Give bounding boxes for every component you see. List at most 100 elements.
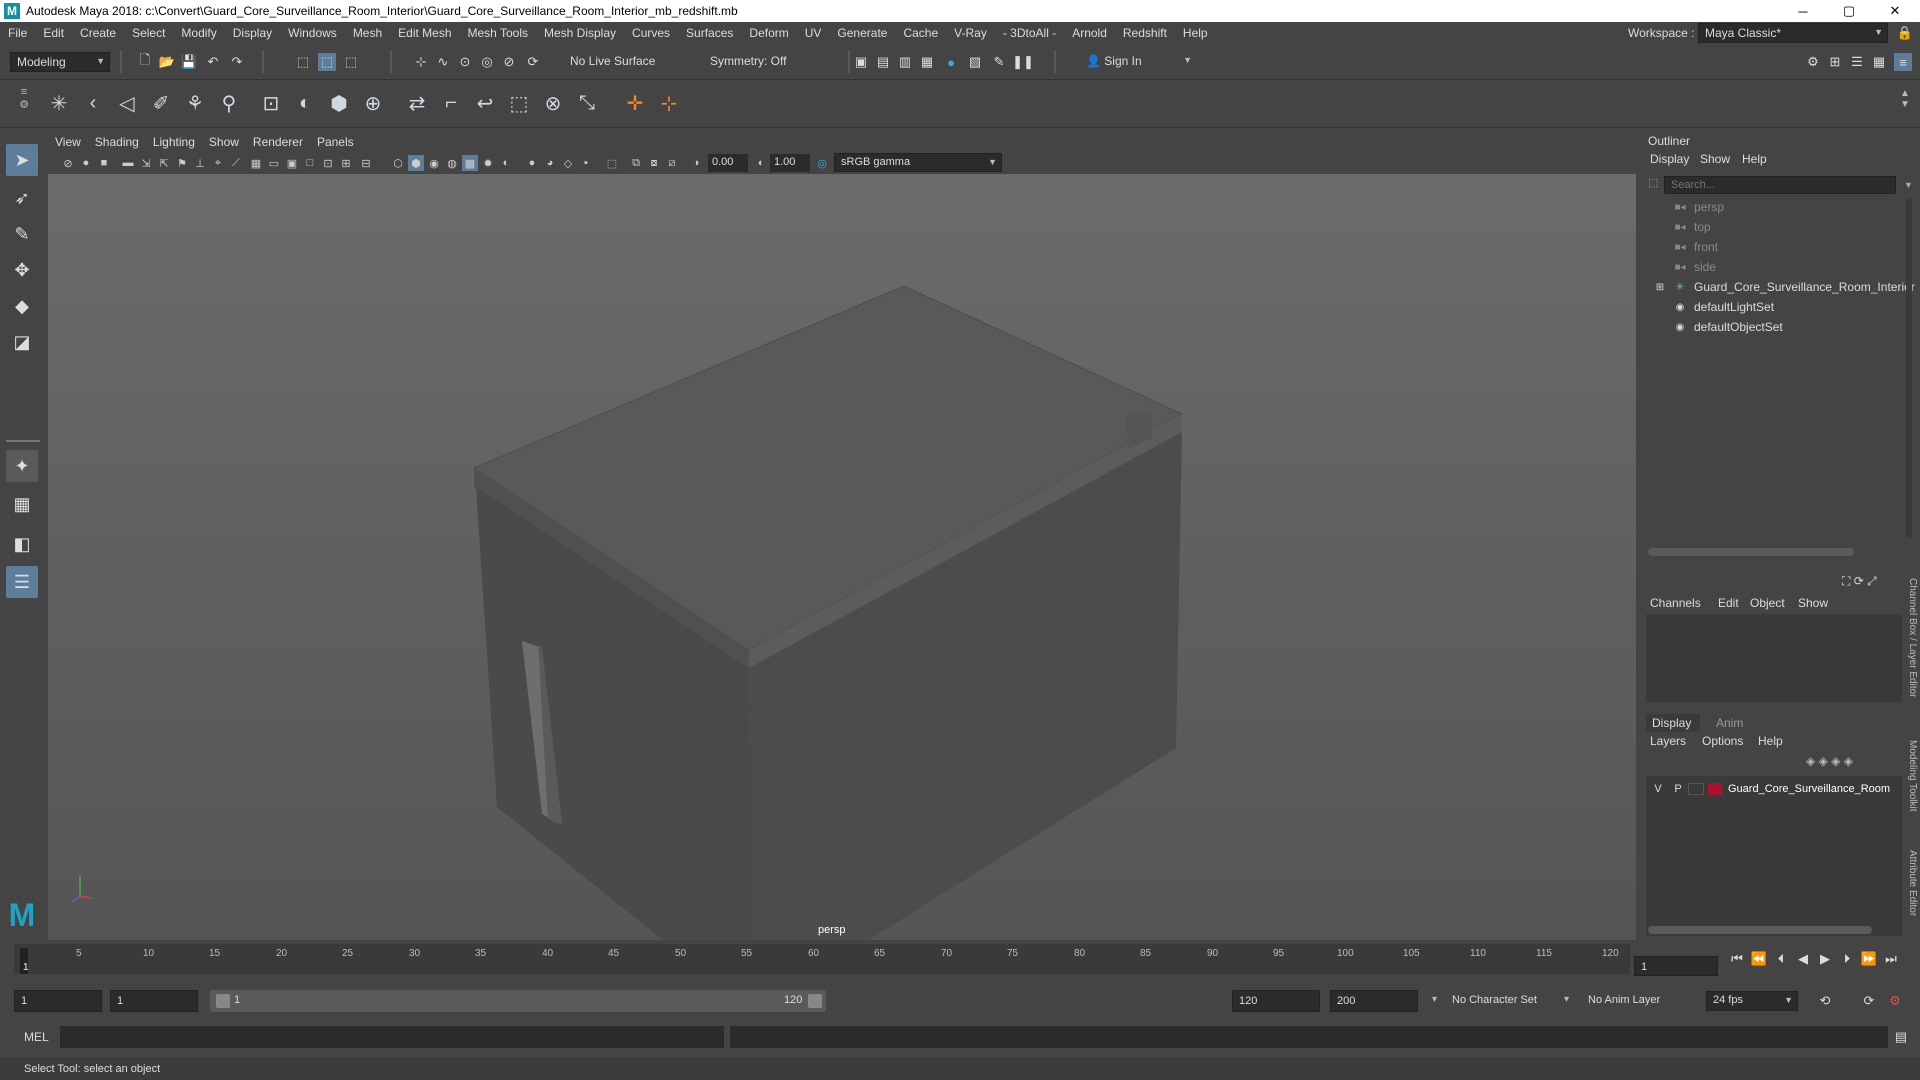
layer-h-scrollbar[interactable] (1648, 926, 1872, 934)
outliner-item-front[interactable]: ■◂ front (1672, 238, 1718, 256)
menu-deform[interactable]: Deform (741, 26, 796, 40)
motion-blur-icon[interactable]: ◕ (542, 155, 558, 171)
range-slider[interactable]: 1 120 (210, 990, 826, 1012)
mel-label[interactable]: MEL (24, 1030, 49, 1044)
outliner-item-defaultlightset[interactable]: ◉ defaultLightSet (1672, 298, 1774, 316)
layer-editor-icon[interactable]: ≡ (1894, 53, 1912, 71)
menu-arnold[interactable]: Arnold (1064, 26, 1115, 40)
vp-menu-panels[interactable]: Panels (310, 135, 361, 149)
menu-mesh[interactable]: Mesh (345, 26, 390, 40)
xray-icon[interactable]: ▩ (462, 155, 478, 171)
channels-menu-object[interactable]: Object (1750, 596, 1785, 610)
select-by-component-icon[interactable]: ⬚ (342, 53, 360, 71)
menu-mesh-tools[interactable]: Mesh Tools (460, 26, 536, 40)
fps-dropdown[interactable]: 24 fps ▼ (1706, 991, 1798, 1011)
current-frame-field[interactable]: 1 (1634, 956, 1718, 976)
menu-mesh-display[interactable]: Mesh Display (536, 26, 624, 40)
render-view-icon[interactable]: ▣ (852, 53, 870, 71)
menu-file[interactable]: File (0, 26, 35, 40)
snap-grid-icon[interactable]: ⊹ (412, 53, 430, 71)
menu-help[interactable]: Help (1175, 26, 1216, 40)
grease-pencil-icon[interactable]: ⇱ (156, 155, 172, 171)
layer-color-swatch[interactable] (1708, 783, 1722, 795)
maximize-button[interactable]: ▢ (1826, 0, 1872, 22)
shelf-tool-icon-12[interactable]: ⌐ (436, 88, 466, 118)
menu-display[interactable]: Display (225, 26, 280, 40)
vp-menu-view[interactable]: View (48, 135, 88, 149)
vp-menu-lighting[interactable]: Lighting (146, 135, 202, 149)
shelf-tool-icon-14[interactable]: ⬚ (504, 88, 534, 118)
shelf-tool-icon-1[interactable]: ✳ (44, 88, 74, 118)
open-scene-icon[interactable]: 📂 (158, 53, 176, 71)
pause-ipr-icon[interactable]: ❚❚ (1012, 53, 1034, 71)
anti-aliasing-icon[interactable]: ◇ (560, 155, 576, 171)
shelf-tool-icon-7[interactable]: ⊡ (256, 88, 286, 118)
snap-curve-icon[interactable]: ∿ (434, 53, 452, 71)
filter-icon[interactable]: ⬚ (1648, 176, 1662, 192)
layer-visibility-toggle[interactable]: V (1648, 783, 1668, 795)
side-tab-channel-box[interactable]: Channel Box / Layer Editor (1904, 578, 1918, 718)
vp-menu-shading[interactable]: Shading (88, 135, 146, 149)
camera-attributes-icon[interactable]: ● (78, 155, 94, 171)
outliner-item-guard-core[interactable]: ⊞ ✳ Guard_Core_Surveillance_Room_Interior (1654, 278, 1915, 296)
film-gate-icon[interactable]: ⌖ (210, 155, 226, 171)
safe-title-icon[interactable]: ⊡ (320, 155, 336, 171)
smooth-shade-icon[interactable]: ⊟ (358, 155, 374, 171)
isolate-select-icon[interactable]: ⬚ (604, 155, 620, 171)
shelf-tool-icon-18[interactable]: ⊹ (654, 88, 684, 118)
shelf-options-icon[interactable]: ≡ ⚙ (16, 86, 32, 122)
menu-generate[interactable]: Generate (829, 26, 895, 40)
outliner-menu-display[interactable]: Display (1650, 152, 1689, 166)
outliner-item-top[interactable]: ■◂ top (1672, 218, 1710, 236)
script-editor-icon[interactable]: ▤ (1892, 1028, 1910, 1046)
use-all-lights-icon[interactable]: ✹ (480, 155, 496, 171)
vp-menu-show[interactable]: Show (202, 135, 246, 149)
menu-redshift[interactable]: Redshift (1115, 26, 1175, 40)
safe-action-icon[interactable]: □ (302, 155, 318, 171)
resolution-gate-icon[interactable]: ⟋ (228, 155, 244, 171)
bookmark-icon[interactable]: ■ (96, 155, 112, 171)
menu-modify[interactable]: Modify (173, 26, 224, 40)
menu-3dtoall[interactable]: - 3DtoAll - (995, 26, 1064, 40)
last-tool-icon[interactable]: ✦ (6, 450, 38, 482)
layer-row[interactable]: V P Guard_Core_Surveillance_Room (1648, 780, 1902, 798)
menu-windows[interactable]: Windows (280, 26, 345, 40)
minimize-button[interactable]: ─ (1780, 0, 1826, 22)
snap-live-icon[interactable]: ⊘ (500, 53, 518, 71)
outliner-h-scrollbar[interactable] (1648, 548, 1854, 556)
field-chart-icon[interactable]: ▣ (284, 155, 300, 171)
exposure-field[interactable]: 0.00 (708, 154, 748, 172)
image-plane-icon[interactable]: ▬ (120, 155, 136, 171)
menu-surfaces[interactable]: Surfaces (678, 26, 741, 40)
close-button[interactable]: ✕ (1872, 0, 1918, 22)
channels-menu-show[interactable]: Show (1798, 596, 1828, 610)
modeling-toolkit-icon[interactable]: ⚙ (1804, 53, 1822, 71)
expand-icon[interactable]: ⊞ (1654, 280, 1666, 294)
search-dropdown-icon[interactable]: ▼ (1904, 180, 1913, 190)
step-back-key-icon[interactable]: ⏪ (1750, 950, 1768, 968)
character-set-dropdown-icon[interactable]: ▾ (1432, 994, 1437, 1005)
depth-of-field-icon[interactable]: ▪ (578, 155, 594, 171)
menu-cache[interactable]: Cache (895, 26, 946, 40)
playback-end-field[interactable]: 120 (1232, 990, 1320, 1012)
outliner-layout-icon[interactable]: ☰ (6, 566, 38, 598)
time-slider-track[interactable] (14, 944, 1630, 974)
range-end-handle[interactable] (808, 994, 822, 1008)
shelf-tool-icon-17[interactable]: ✛ (620, 88, 650, 118)
shelf-tool-icon-8[interactable]: ◐ (290, 88, 320, 118)
go-to-end-icon[interactable]: ⏭ (1882, 950, 1900, 968)
menu-edit[interactable]: Edit (35, 26, 72, 40)
animation-end-field[interactable]: 200 (1330, 990, 1418, 1012)
hypershade-icon[interactable]: ● (942, 53, 960, 71)
lasso-tool-icon[interactable]: ➶ (6, 182, 38, 214)
layers-menu-help[interactable]: Help (1758, 734, 1783, 748)
step-forward-frame-icon[interactable]: ⏵ (1838, 950, 1856, 968)
menuset-dropdown[interactable]: Modeling ▼ (10, 52, 110, 72)
undo-icon[interactable]: ↶ (204, 53, 222, 71)
wireframe-icon[interactable]: ⊞ (338, 155, 354, 171)
paint-select-tool-icon[interactable]: ✎ (6, 218, 38, 250)
rotate-tool-icon[interactable]: ◆ (6, 290, 38, 322)
backface-icon[interactable]: ⧄ (664, 155, 680, 171)
tab-anim[interactable]: Anim (1716, 716, 1743, 730)
anim-layer-dropdown-icon[interactable]: ▾ (1564, 994, 1569, 1005)
